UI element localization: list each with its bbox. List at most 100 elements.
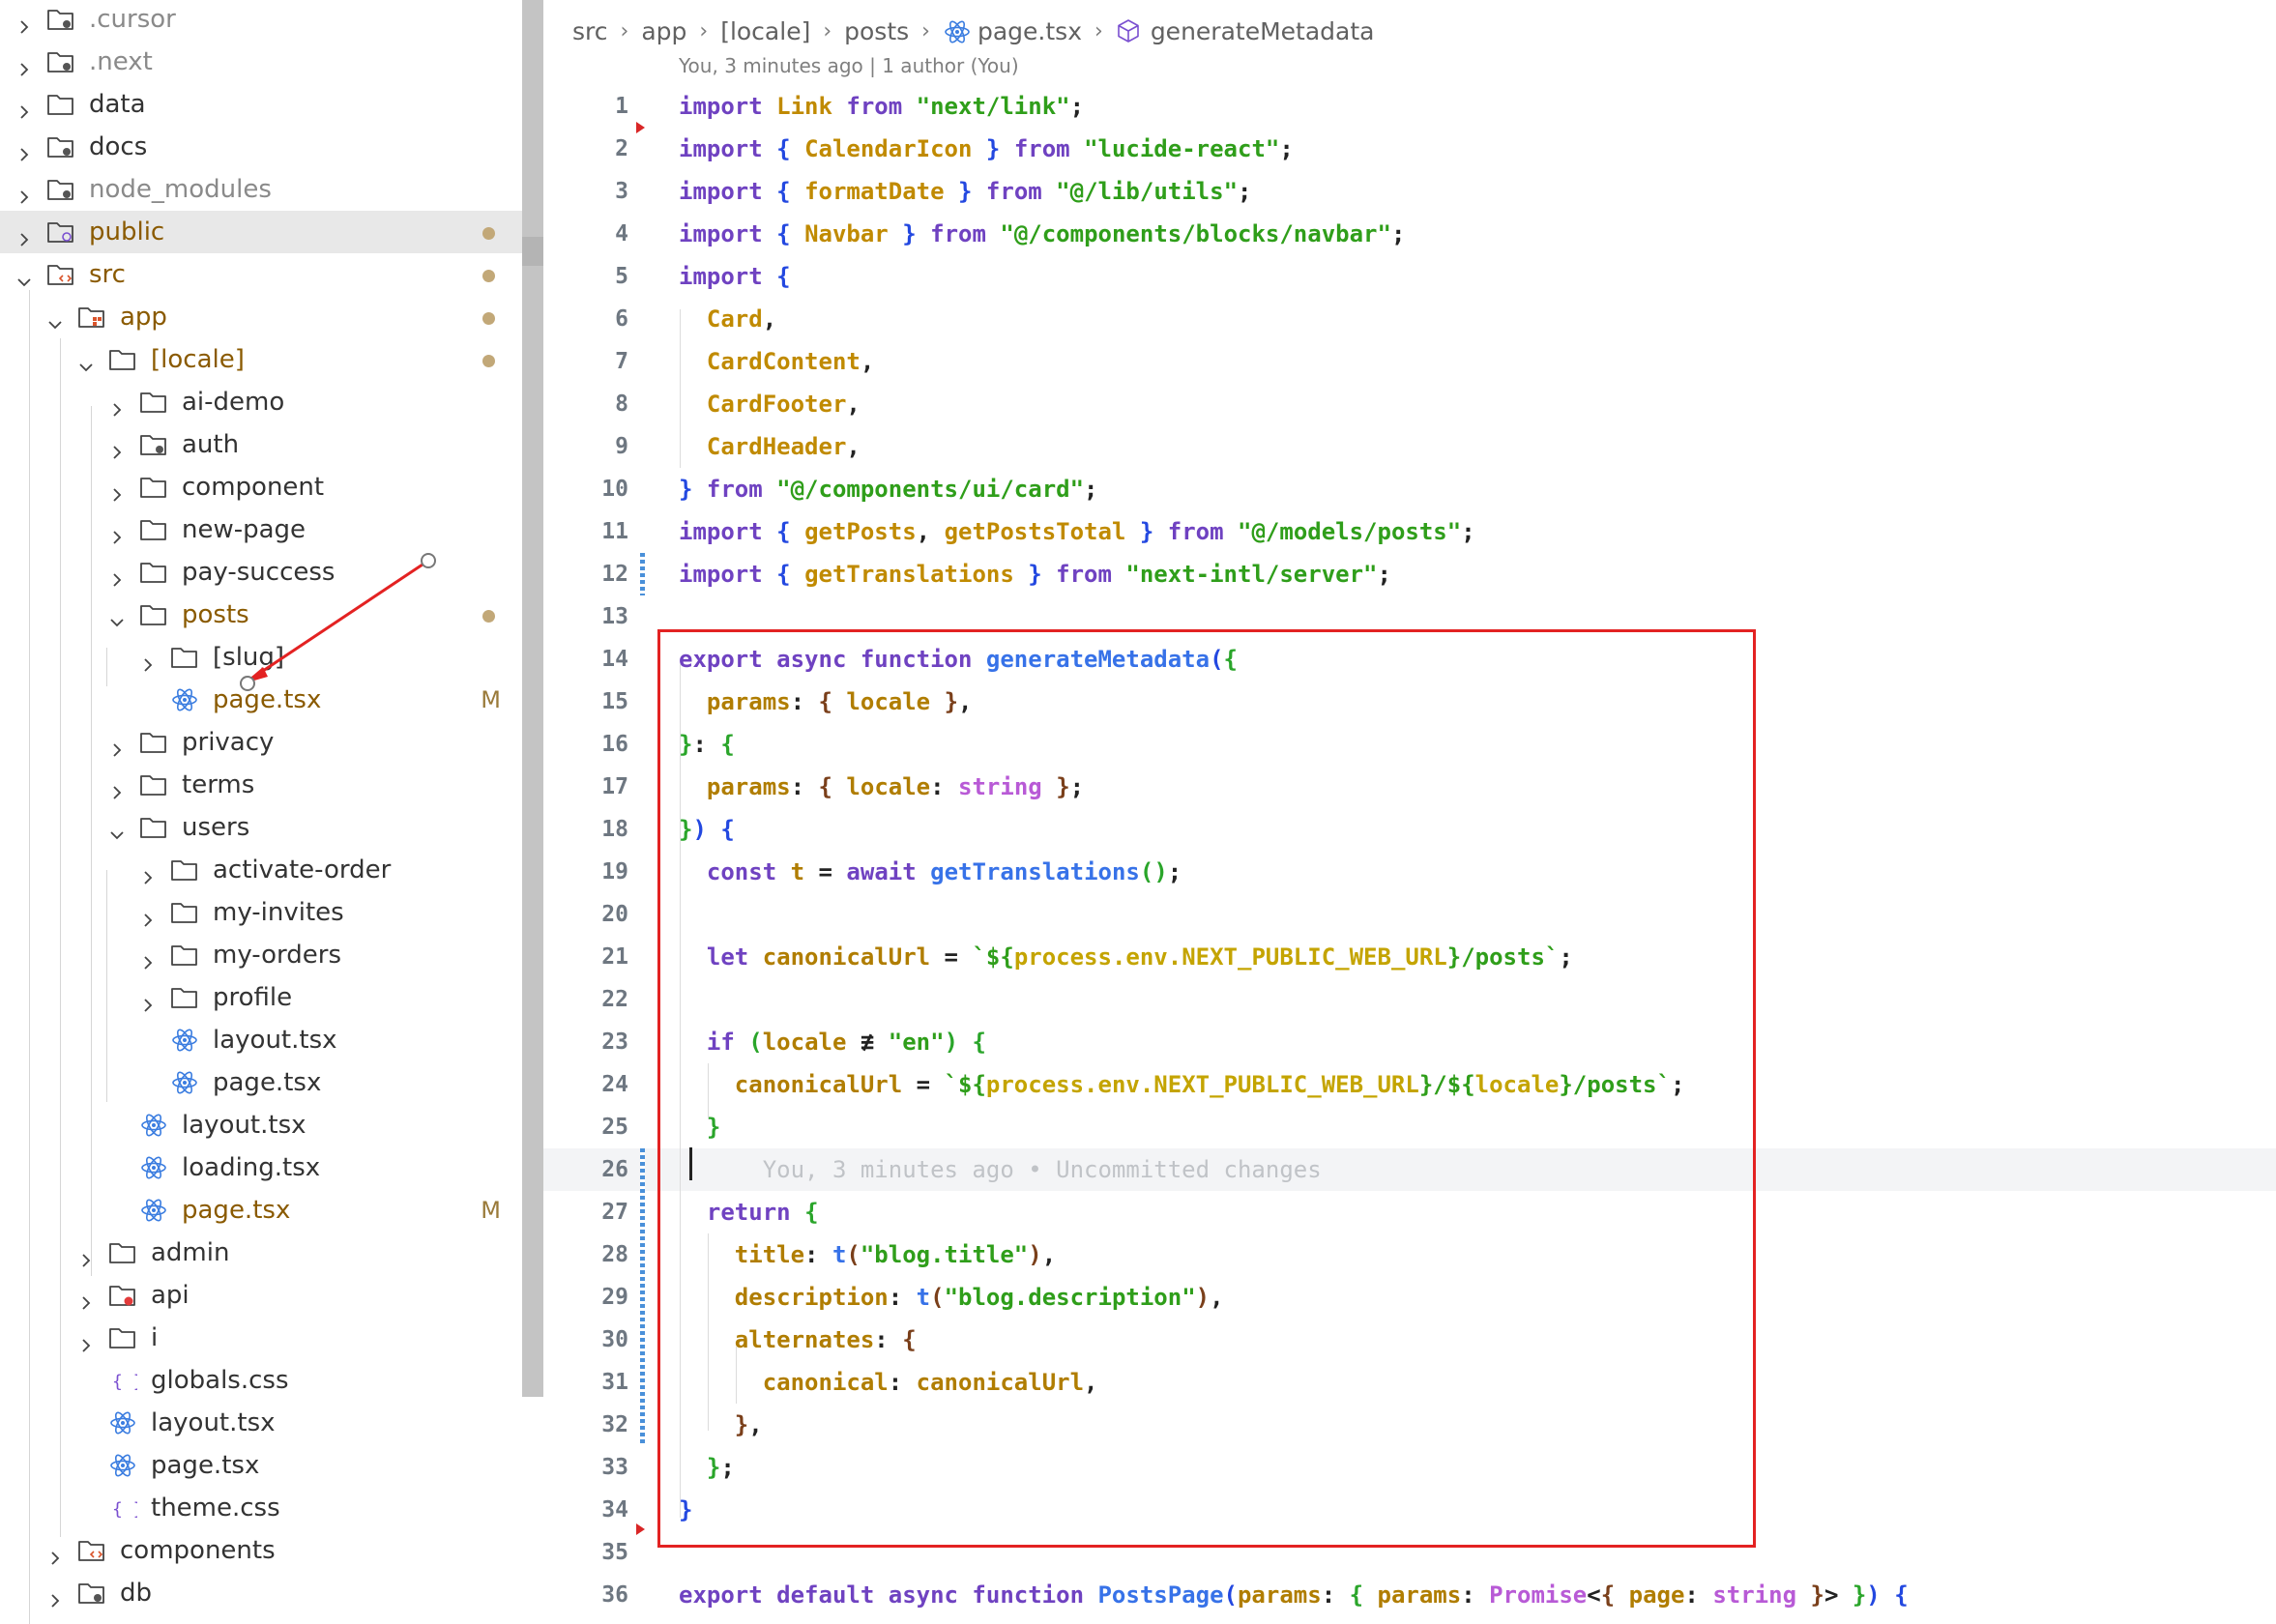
chevron-right-icon[interactable]	[17, 139, 31, 161]
explorer-item-slug[interactable]: [slug]	[0, 636, 522, 679]
chevron-right-icon[interactable]	[17, 182, 31, 204]
chevron-down-icon[interactable]	[110, 820, 124, 840]
code-line[interactable]: 26 You, 3 minutes ago • Uncommitted chan…	[543, 1148, 2276, 1191]
explorer-item-layout-tsx[interactable]: layout.tsx	[0, 1019, 522, 1061]
explorer-item-data[interactable]: data	[0, 83, 522, 126]
explorer-item-new-page[interactable]: new-page	[0, 508, 522, 551]
chevron-down-icon[interactable]	[48, 309, 62, 330]
code-line[interactable]: 20	[543, 893, 2276, 936]
explorer-item-db[interactable]: db	[0, 1572, 522, 1614]
explorer-item-components[interactable]: components	[0, 1529, 522, 1572]
explorer-item-loading-tsx[interactable]: loading.tsx	[0, 1146, 522, 1189]
explorer-item-public[interactable]: public	[0, 211, 522, 253]
chevron-down-icon[interactable]	[79, 352, 93, 372]
explorer-item-globals-css[interactable]: { } globals.css	[0, 1359, 522, 1402]
chevron-right-icon[interactable]	[110, 522, 124, 544]
explorer-scroll-thumb[interactable]	[522, 237, 543, 266]
blame-header[interactable]: You, 3 minutes ago | 1 author (You)	[679, 54, 1019, 77]
explorer-item-locale[interactable]: [locale]	[0, 338, 522, 381]
code-line[interactable]: 27 return {	[543, 1191, 2276, 1233]
explorer-item-next[interactable]: .next	[0, 41, 522, 83]
code-line[interactable]: 33 };	[543, 1446, 2276, 1489]
explorer-item-privacy[interactable]: privacy	[0, 721, 522, 764]
code-line[interactable]: 2 import { CalendarIcon } from "lucide-re…	[543, 128, 2276, 170]
chevron-right-icon[interactable]	[48, 1543, 62, 1565]
explorer-item-node-modules[interactable]: node_modules	[0, 168, 522, 211]
chevron-right-icon[interactable]	[110, 777, 124, 799]
explorer-item-i[interactable]: i	[0, 1317, 522, 1359]
explorer-item-component[interactable]: component	[0, 466, 522, 508]
code-line[interactable]: 31 canonical: canonicalUrl,	[543, 1361, 2276, 1404]
explorer-item-terms[interactable]: terms	[0, 764, 522, 806]
code-line[interactable]: 19 const t = await getTranslations();	[543, 851, 2276, 893]
explorer-item-app[interactable]: app	[0, 296, 522, 338]
chevron-right-icon[interactable]	[141, 650, 155, 672]
explorer-item-api[interactable]: api	[0, 1274, 522, 1317]
code-line[interactable]: 11 import { getPosts, getPostsTotal } fro…	[543, 510, 2276, 553]
explorer-item-pay-success[interactable]: pay-success	[0, 551, 522, 594]
code-line[interactable]: 23 if (locale ≢ "en") {	[543, 1021, 2276, 1063]
explorer-item-src[interactable]: src	[0, 253, 522, 296]
chevron-right-icon[interactable]	[17, 97, 31, 119]
code-line[interactable]: 16}: {	[543, 723, 2276, 766]
explorer-item-profile[interactable]: profile	[0, 976, 522, 1019]
code-line[interactable]: 15 params: { locale },	[543, 681, 2276, 723]
chevron-right-icon[interactable]	[79, 1330, 93, 1352]
explorer-item-page-tsx[interactable]: page.tsx M	[0, 1189, 522, 1232]
explorer-item-my-orders[interactable]: my-orders	[0, 934, 522, 976]
chevron-right-icon[interactable]	[141, 947, 155, 970]
chevron-right-icon[interactable]	[110, 437, 124, 459]
breadcrumb-item[interactable]: generateMetadata	[1151, 17, 1375, 45]
code-line[interactable]: 34}	[543, 1489, 2276, 1531]
breadcrumb-item[interactable]: src	[572, 17, 608, 45]
code-line[interactable]: 35	[543, 1531, 2276, 1574]
breadcrumb-item[interactable]: [locale]	[720, 17, 810, 45]
explorer-item-my-invites[interactable]: my-invites	[0, 891, 522, 934]
explorer-item-cursor[interactable]: .cursor	[0, 0, 522, 41]
chevron-right-icon[interactable]	[79, 1288, 93, 1310]
chevron-right-icon[interactable]	[110, 735, 124, 757]
explorer-item-page-tsx[interactable]: page.tsx M	[0, 679, 522, 721]
breadcrumb-item[interactable]: posts	[844, 17, 909, 45]
explorer-item-admin[interactable]: admin	[0, 1232, 522, 1274]
breadcrumb-item[interactable]: app	[641, 17, 686, 45]
chevron-right-icon[interactable]	[141, 905, 155, 927]
explorer-item-layout-tsx[interactable]: layout.tsx	[0, 1402, 522, 1444]
explorer-item-layout-tsx[interactable]: layout.tsx	[0, 1104, 522, 1146]
explorer-item-page-tsx[interactable]: page.tsx	[0, 1444, 522, 1487]
code-line[interactable]: 28 title: t("blog.title"),	[543, 1233, 2276, 1276]
chevron-right-icon[interactable]	[110, 479, 124, 502]
code-line[interactable]: 14 export async function generateMetadata…	[543, 638, 2276, 681]
breadcrumb-item[interactable]: page.tsx	[978, 17, 1082, 45]
code-line[interactable]: 9 CardHeader,	[543, 425, 2276, 468]
code-line[interactable]: 1 import Link from "next/link";	[543, 85, 2276, 128]
explorer-item-docs[interactable]: docs	[0, 126, 522, 168]
explorer-item-activate-order[interactable]: activate-order	[0, 849, 522, 891]
code-line[interactable]: 7 CardContent,	[543, 340, 2276, 383]
chevron-down-icon[interactable]	[110, 607, 124, 627]
git-deleted-marker[interactable]	[636, 122, 645, 133]
chevron-right-icon[interactable]	[17, 224, 31, 246]
chevron-down-icon[interactable]	[17, 267, 31, 287]
git-added-gutter-marker[interactable]	[640, 1148, 645, 1446]
explorer-item-users[interactable]: users	[0, 806, 522, 849]
code-line[interactable]: 21 let canonicalUrl = `${process.env.NEX…	[543, 936, 2276, 978]
explorer-scrollbar[interactable]	[522, 0, 543, 1397]
chevron-right-icon[interactable]	[110, 565, 124, 587]
chevron-right-icon[interactable]	[110, 394, 124, 417]
code-line[interactable]: 12 import { getTranslations } from "next-…	[543, 553, 2276, 595]
code-line[interactable]: 5 import {	[543, 255, 2276, 298]
code-line[interactable]: 32 },	[543, 1404, 2276, 1446]
chevron-right-icon[interactable]	[17, 12, 31, 34]
explorer-item-page-tsx[interactable]: page.tsx	[0, 1061, 522, 1104]
chevron-right-icon[interactable]	[17, 54, 31, 76]
code-line[interactable]: 8 CardFooter,	[543, 383, 2276, 425]
code-line[interactable]: 17 params: { locale: string };	[543, 766, 2276, 808]
git-deleted-marker[interactable]	[636, 1523, 645, 1535]
code-line[interactable]: 36 export default async function PostsPag…	[543, 1574, 2276, 1616]
code-line[interactable]: 10} from "@/components/ui/card";	[543, 468, 2276, 510]
code-line[interactable]: 29 description: t("blog.description"),	[543, 1276, 2276, 1319]
code-line[interactable]: 13	[543, 595, 2276, 638]
code-line[interactable]: 25 }	[543, 1106, 2276, 1148]
code-line[interactable]: 30 alternates: {	[543, 1319, 2276, 1361]
